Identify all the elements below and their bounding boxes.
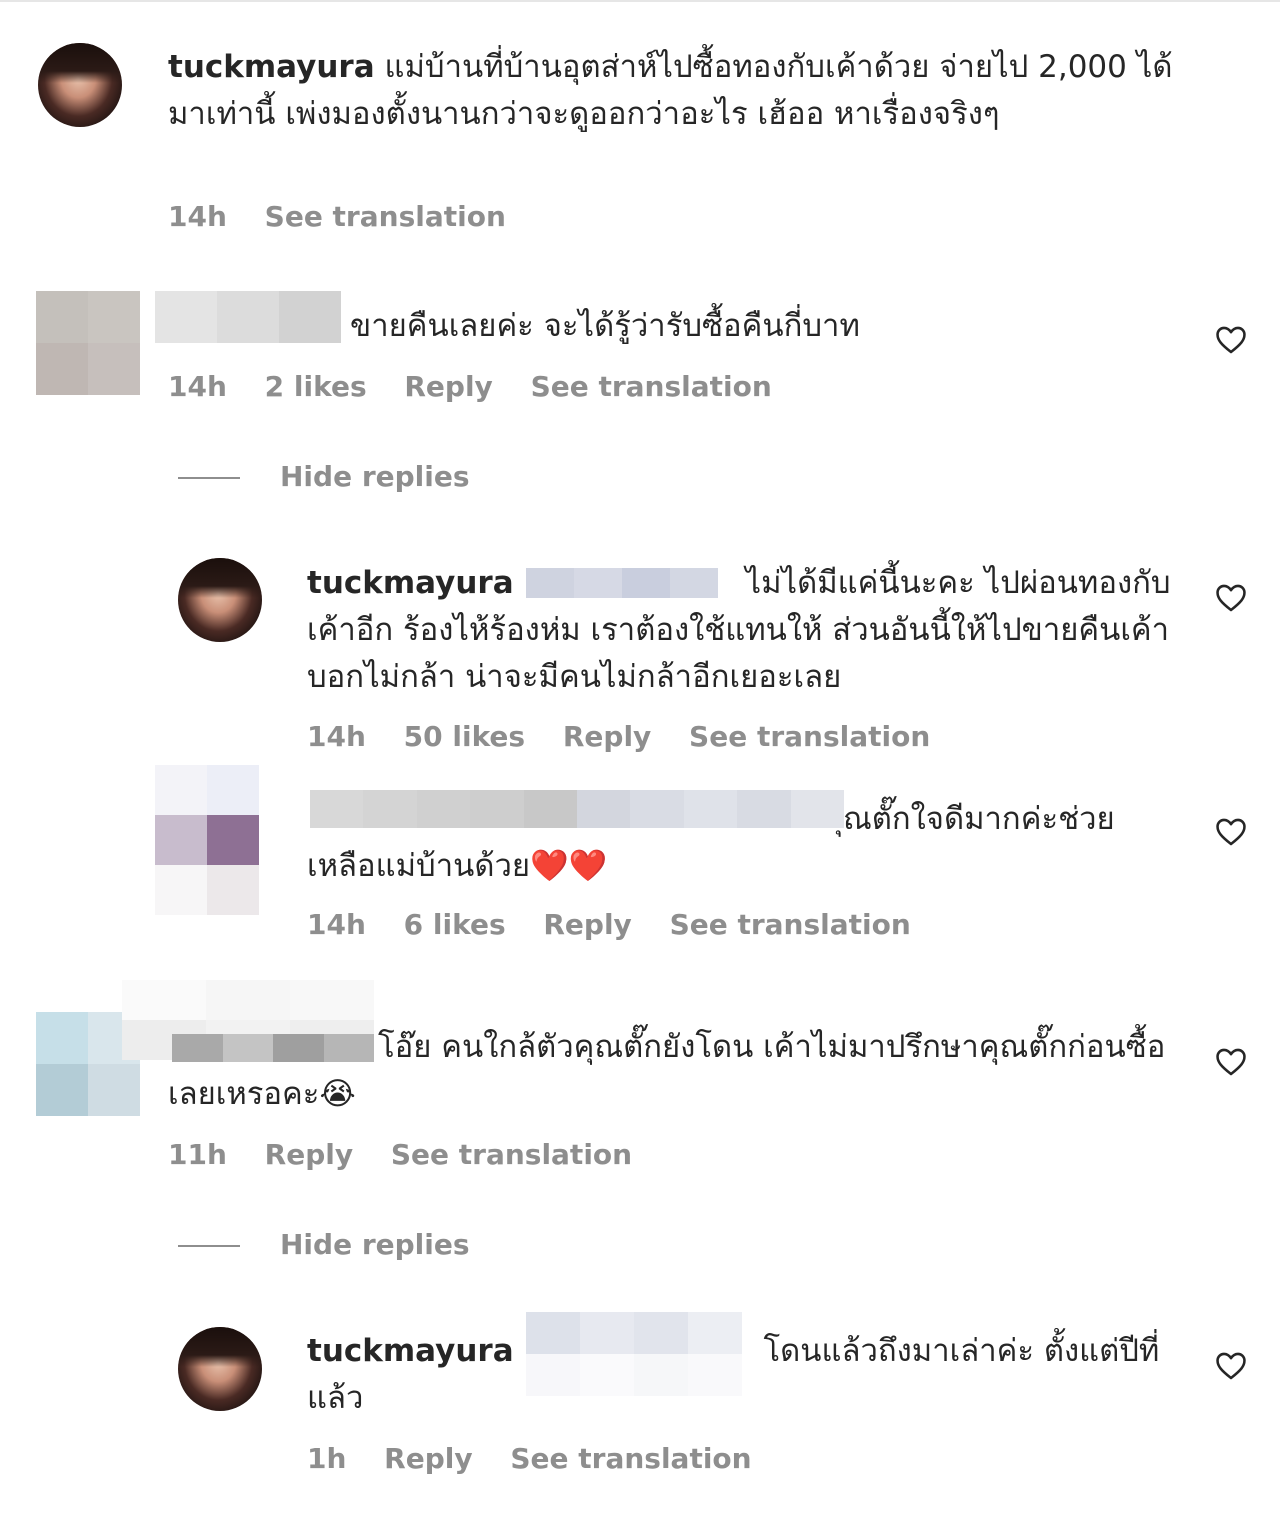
likes-count[interactable]: 50 likes <box>404 720 525 753</box>
heart-outline-icon[interactable] <box>1214 581 1248 615</box>
top-divider <box>0 0 1280 2</box>
reply-button[interactable]: Reply <box>404 370 492 403</box>
avatar-pixelated[interactable] <box>36 291 140 395</box>
heart-outline-icon[interactable] <box>1214 815 1248 849</box>
comment-meta: 11h Reply See translation <box>168 1138 660 1171</box>
heart-outline-icon[interactable] <box>1214 1045 1248 1079</box>
comment-time: 1h <box>307 1442 347 1475</box>
heart-outline-icon[interactable] <box>1214 1349 1248 1383</box>
comment-meta: 14h 6 likes Reply See translation <box>307 908 939 941</box>
comment-time: 14h <box>307 908 366 941</box>
comment-meta: 14h 2 likes Reply See translation <box>168 370 800 403</box>
comment-username[interactable]: tuckmayura <box>307 1333 514 1369</box>
comment-username[interactable]: tuckmayura <box>168 49 375 85</box>
comment-text: ขายคืนเลยค่ะ จะได้รู้ว่ารับซื้อคืนกี่บาท <box>350 308 860 344</box>
comment-body: tuckmayura โดนแล้วถึงมาเล่าค่ะ ตั้งแต่ปี… <box>307 1328 1177 1422</box>
comment-meta: 14h See translation <box>168 200 534 233</box>
avatar[interactable] <box>178 558 262 642</box>
comment-body: ุณตั๊กใจดีมากค่ะช่วยเหลือแม่บ้านด้วย❤️❤️ <box>307 796 1177 890</box>
divider-line <box>178 1245 240 1247</box>
heart-outline-icon[interactable] <box>1214 323 1248 357</box>
comment-time: 14h <box>307 720 366 753</box>
comment-text: ุณตั๊กใจดีมากค่ะช่วยเหลือแม่บ้านด้วย❤️❤️ <box>307 801 1115 884</box>
hide-replies-button[interactable]: Hide replies <box>178 460 470 493</box>
reply-button[interactable]: Reply <box>563 720 651 753</box>
see-translation-button[interactable]: See translation <box>670 908 911 941</box>
reply-button[interactable]: Reply <box>265 1138 353 1171</box>
hide-replies-button[interactable]: Hide replies <box>178 1228 470 1261</box>
comment-username[interactable]: tuckmayura <box>307 565 514 601</box>
comment-body: โอ๊ย คนใกล้ตัวคุณตั๊กยังโดน เค้าไม่มาปรึ… <box>168 1024 1178 1118</box>
avatar-pixelated[interactable] <box>155 765 259 915</box>
hide-replies-label[interactable]: Hide replies <box>280 460 470 493</box>
see-translation-button[interactable]: See translation <box>689 720 930 753</box>
comment-body: tuckmayura แม่บ้านที่บ้านอุตส่าห์ไปซื้อท… <box>168 44 1178 138</box>
see-translation-button[interactable]: See translation <box>510 1442 751 1475</box>
likes-count[interactable]: 6 likes <box>404 908 506 941</box>
avatar[interactable] <box>178 1327 262 1411</box>
comment-time: 14h <box>168 370 227 403</box>
redacted-username <box>155 291 341 343</box>
comment-meta: 14h 50 likes Reply See translation <box>307 720 958 753</box>
hide-replies-label[interactable]: Hide replies <box>280 1228 470 1261</box>
comment-body: tuckmayura ไม่ได้มีแค่นี้นะคะ ไปผ่อนทองก… <box>307 560 1177 701</box>
comment-time: 11h <box>168 1138 227 1171</box>
avatar[interactable] <box>38 43 122 127</box>
see-translation-button[interactable]: See translation <box>265 200 506 233</box>
see-translation-button[interactable]: See translation <box>531 370 772 403</box>
likes-count[interactable]: 2 likes <box>265 370 367 403</box>
divider-line <box>178 477 240 479</box>
comment-text: โอ๊ย คนใกล้ตัวคุณตั๊กยังโดน เค้าไม่มาปรึ… <box>168 1029 1166 1112</box>
comment-body: ขายคืนเลยค่ะ จะได้รู้ว่ารับซื้อคืนกี่บาท <box>350 303 1180 350</box>
reply-button[interactable]: Reply <box>384 1442 472 1475</box>
comment-time: 14h <box>168 200 227 233</box>
reply-button[interactable]: Reply <box>543 908 631 941</box>
comment-meta: 1h Reply See translation <box>307 1442 780 1475</box>
see-translation-button[interactable]: See translation <box>391 1138 632 1171</box>
